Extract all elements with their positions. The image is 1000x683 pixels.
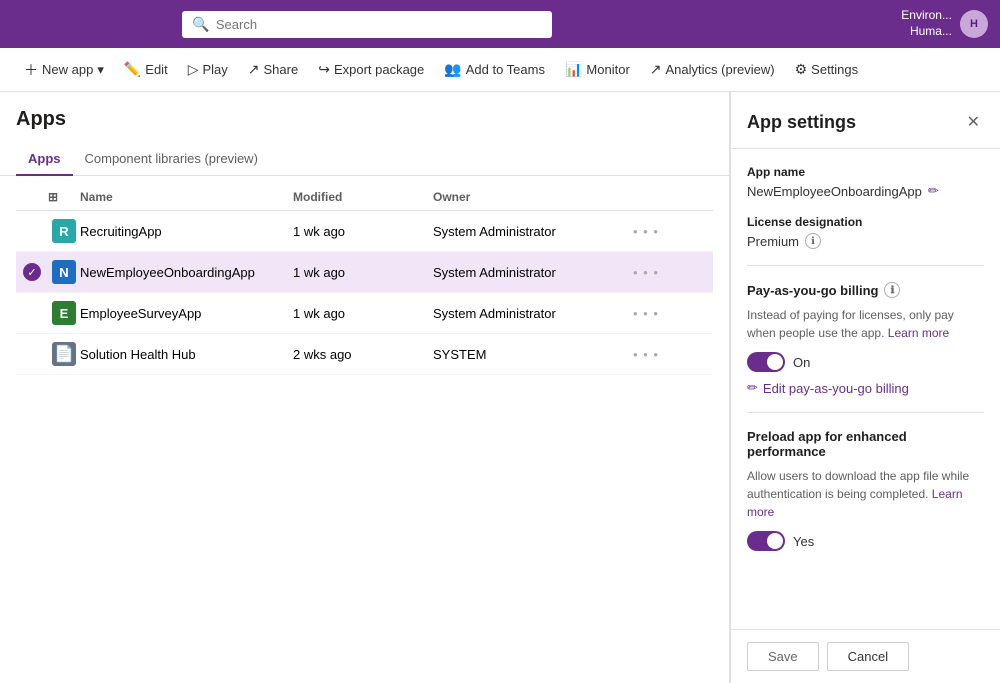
play-button[interactable]: ▷ Play xyxy=(180,56,236,83)
app-icon-col: N xyxy=(48,260,80,284)
app-icon-col: E xyxy=(48,301,80,325)
monitor-icon: 📊 xyxy=(565,61,582,78)
top-bar: 🔍 Environ... Huma... H xyxy=(0,0,1000,48)
toolbar: ＋ New app ▾ ✏️ Edit ▷ Play ↗ Share ↪ Exp… xyxy=(0,48,1000,92)
panel-header: App settings ✕ xyxy=(731,92,1000,149)
app-icon: E xyxy=(52,301,76,325)
row-more-button[interactable]: • • • xyxy=(633,265,713,280)
settings-icon: ⚙ xyxy=(795,61,808,78)
owner: SYSTEM xyxy=(433,347,633,362)
app-name-label: App name xyxy=(747,165,984,179)
owner: System Administrator xyxy=(433,265,633,280)
main-content: Apps Apps Component libraries (preview) … xyxy=(0,92,1000,683)
table-row[interactable]: 📄 Solution Health Hub 2 wks ago SYSTEM •… xyxy=(16,334,713,375)
monitor-button[interactable]: 📊 Monitor xyxy=(557,56,638,83)
modified: 1 wk ago xyxy=(293,265,433,280)
edit-billing-button[interactable]: ✏ Edit pay-as-you-go billing xyxy=(747,380,909,396)
header-modified: Modified xyxy=(293,190,433,204)
apps-table: ⊞ Name Modified Owner R RecruitingApp 1 … xyxy=(0,184,729,375)
panel-footer: Save Cancel xyxy=(731,629,1000,683)
license-info-icon[interactable]: ℹ xyxy=(805,233,821,249)
preload-title: Preload app for enhanced performance xyxy=(747,429,984,459)
app-name-value: NewEmployeeOnboardingApp ✏ xyxy=(747,183,984,199)
app-name: RecruitingApp xyxy=(80,224,293,239)
add-to-teams-button[interactable]: 👥 Add to Teams xyxy=(436,56,553,83)
app-settings-panel: App settings ✕ App name NewEmployeeOnboa… xyxy=(730,92,1000,683)
settings-button[interactable]: ⚙ Settings xyxy=(787,56,867,83)
pay-toggle-label: On xyxy=(793,355,810,370)
pay-info-icon[interactable]: ℹ xyxy=(884,282,900,298)
check-circle: ✓ xyxy=(23,263,41,281)
tabs: Apps Component libraries (preview) xyxy=(0,143,729,176)
app-icon-col: R xyxy=(48,219,80,243)
row-more-button[interactable]: • • • xyxy=(633,306,713,321)
tab-apps[interactable]: Apps xyxy=(16,143,73,176)
owner: System Administrator xyxy=(433,224,633,239)
export-icon: ↪ xyxy=(318,61,330,78)
save-button[interactable]: Save xyxy=(747,642,819,671)
learn-more-pay-link[interactable]: Learn more xyxy=(888,326,949,340)
preload-toggle-label: Yes xyxy=(793,534,814,549)
avatar[interactable]: H xyxy=(960,10,988,38)
app-icon-col: 📄 xyxy=(48,342,80,366)
header-owner: Owner xyxy=(433,190,633,204)
tab-component-libraries[interactable]: Component libraries (preview) xyxy=(73,143,270,176)
app-name: Solution Health Hub xyxy=(80,347,293,362)
pay-toggle-row: On xyxy=(747,352,984,372)
divider xyxy=(747,265,984,266)
row-more-button[interactable]: • • • xyxy=(633,347,713,362)
pay-as-you-go-title: Pay-as-you-go billing ℹ xyxy=(747,282,984,298)
header-icon: ⊞ xyxy=(48,190,80,204)
edit-icon: ✏️ xyxy=(124,61,141,78)
plus-icon: ＋ xyxy=(24,60,38,80)
app-icon: N xyxy=(52,260,76,284)
owner: System Administrator xyxy=(433,306,633,321)
preload-toggle-row: Yes xyxy=(747,531,984,551)
app-icon: R xyxy=(52,219,76,243)
search-box[interactable]: 🔍 xyxy=(182,11,552,38)
modified: 1 wk ago xyxy=(293,224,433,239)
edit-app-name-icon[interactable]: ✏ xyxy=(928,183,939,199)
search-input[interactable] xyxy=(216,17,543,32)
header-name: Name xyxy=(80,190,293,204)
teams-icon: 👥 xyxy=(444,61,461,78)
edit-billing-icon: ✏ xyxy=(747,380,758,396)
license-value: Premium ℹ xyxy=(747,233,984,249)
preload-desc: Allow users to download the app file whi… xyxy=(747,467,984,521)
modified: 2 wks ago xyxy=(293,347,433,362)
close-panel-button[interactable]: ✕ xyxy=(963,108,984,136)
app-name: EmployeeSurveyApp xyxy=(80,306,293,321)
share-button[interactable]: ↗ Share xyxy=(240,56,306,83)
left-panel: Apps Apps Component libraries (preview) … xyxy=(0,92,730,683)
license-label: License designation xyxy=(747,215,984,229)
analytics-button[interactable]: ↗ Analytics (preview) xyxy=(642,56,783,83)
pay-as-you-go-desc: Instead of paying for licenses, only pay… xyxy=(747,306,984,342)
page-title: Apps xyxy=(0,108,729,143)
analytics-icon: ↗ xyxy=(650,61,662,78)
table-row[interactable]: R RecruitingApp 1 wk ago System Administ… xyxy=(16,211,713,252)
new-app-button[interactable]: ＋ New app ▾ xyxy=(16,55,112,85)
modified: 1 wk ago xyxy=(293,306,433,321)
table-row[interactable]: E EmployeeSurveyApp 1 wk ago System Admi… xyxy=(16,293,713,334)
env-label: Environ... Huma... xyxy=(901,8,952,39)
panel-body: App name NewEmployeeOnboardingApp ✏ Lice… xyxy=(731,149,1000,629)
table-row[interactable]: ✓ N NewEmployeeOnboardingApp 1 wk ago Sy… xyxy=(16,252,713,293)
app-icon: 📄 xyxy=(52,342,76,366)
share-icon: ↗ xyxy=(248,61,260,78)
edit-button[interactable]: ✏️ Edit xyxy=(116,56,176,83)
row-checkbox[interactable]: ✓ xyxy=(16,263,48,281)
dropdown-icon: ▾ xyxy=(97,62,104,78)
export-package-button[interactable]: ↪ Export package xyxy=(310,56,432,83)
play-icon: ▷ xyxy=(188,61,199,78)
pay-toggle[interactable] xyxy=(747,352,785,372)
preload-toggle[interactable] xyxy=(747,531,785,551)
cancel-button[interactable]: Cancel xyxy=(827,642,909,671)
table-header: ⊞ Name Modified Owner xyxy=(16,184,713,211)
divider2 xyxy=(747,412,984,413)
top-right: Environ... Huma... H xyxy=(901,8,988,39)
panel-title: App settings xyxy=(747,112,856,133)
row-more-button[interactable]: • • • xyxy=(633,224,713,239)
search-icon: 🔍 xyxy=(192,16,209,33)
app-name: NewEmployeeOnboardingApp xyxy=(80,265,293,280)
